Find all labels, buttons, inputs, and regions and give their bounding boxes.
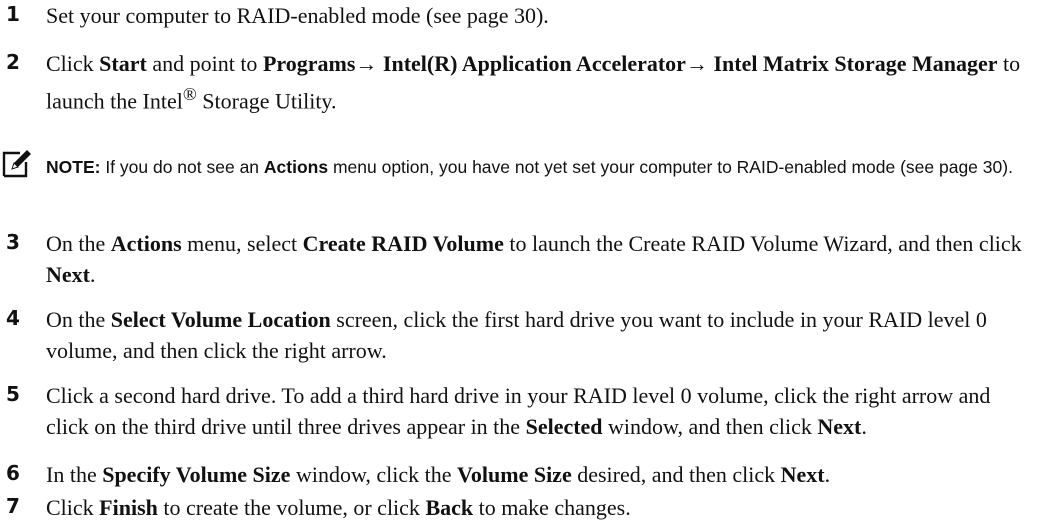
note-text: NOTE: If you do not see an Actions menu … [46,152,1026,183]
step-number: 1 [6,2,20,26]
ui-term: Programs→ Intel(R) Application Accelerat… [262,51,998,76]
text-run: window, click the [290,462,458,487]
step-text: Set your computer to RAID-enabled mode (… [46,0,1030,31]
ui-term: Actions [110,231,182,256]
text-run: . [89,262,96,287]
note-label: NOTE: [46,157,101,177]
ui-term: Finish [99,495,158,520]
pencil-note-icon [2,150,31,178]
ui-term: Specify Volume Size [102,462,291,487]
text-run: In the [46,462,103,487]
step-text: Click a second hard drive. To add a thir… [46,380,1030,442]
step-text: Click Start and point to Programs→ Intel… [46,48,1030,116]
text-run: window, and then click [602,414,818,439]
step-text: In the Specify Volume Size window, click… [46,459,1030,490]
text-run: to create the volume, or click [157,495,426,520]
text-run: On the [46,231,111,256]
document-page: 1 Set your computer to RAID-enabled mode… [0,0,1042,525]
text-run: to launch the Create RAID Volume Wizard,… [503,231,1022,256]
text-run: Set your computer to RAID-enabled mode (… [46,3,549,28]
text-run: desired, and then click [571,462,781,487]
text-run: menu option, you have not yet set your c… [328,157,1013,177]
ui-term: Actions [263,157,329,177]
text-run: and point to [146,51,263,76]
text-run: to make changes. [473,495,631,520]
text-run: . [824,462,831,487]
text-run: Click [46,495,100,520]
step-text: Click Finish to create the volume, or cl… [46,492,1030,523]
step-text: On the Select Volume Location screen, cl… [46,304,1030,366]
text-run: Click [46,51,100,76]
step-number: 7 [6,494,20,518]
ui-term: Next [817,414,862,439]
note-box: NOTE: If you do not see an Actions menu … [0,148,1040,218]
step-number: 5 [6,382,20,406]
step-number: 6 [6,461,20,485]
ui-term: Next [780,462,825,487]
step-text: On the Actions menu, select Create RAID … [46,228,1030,290]
ui-term: Selected [525,414,603,439]
text-run: On the [46,307,111,332]
step-number: 4 [6,306,20,330]
ui-term: Back [425,495,474,520]
ui-term: Start [99,51,147,76]
ui-term: Select Volume Location [110,307,331,332]
text-run: If you do not see an [100,157,264,177]
step-number: 2 [6,50,20,74]
ui-term: Next [46,262,90,287]
text-run: Storage Utility. [196,88,337,114]
step-number: 3 [6,230,20,254]
ui-term: Volume Size [457,462,572,487]
text-run: . [861,414,867,439]
ui-term: Create RAID Volume [302,231,504,256]
registered-mark: ® [182,84,197,104]
text-run: menu, select [181,231,303,256]
